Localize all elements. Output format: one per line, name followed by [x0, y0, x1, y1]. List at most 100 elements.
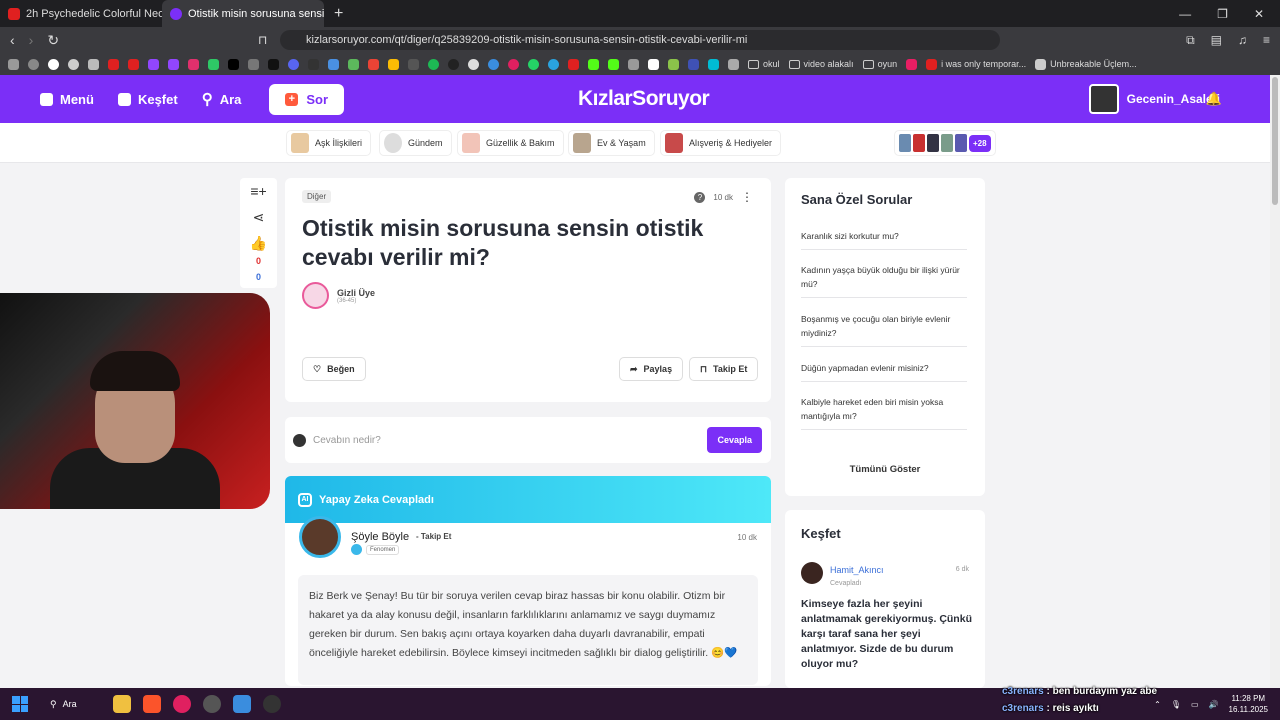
category-love[interactable]: Aşk İlişkileri: [286, 130, 372, 156]
add-to-list-icon[interactable]: ≡+: [240, 178, 277, 204]
minimize-icon[interactable]: —: [1179, 7, 1191, 21]
explore-question[interactable]: Kimseye fazla her şeyini anlatmamak gere…: [801, 597, 973, 672]
app-icon[interactable]: [448, 58, 459, 70]
bookmark-item[interactable]: i was only temporar...: [926, 58, 1026, 70]
star-icon[interactable]: [88, 58, 99, 70]
twitch-icon[interactable]: [148, 58, 159, 70]
youtube-icon[interactable]: [128, 58, 139, 70]
bookmark-folder[interactable]: oyun: [862, 59, 897, 69]
media-player-icon[interactable]: [172, 695, 191, 713]
app-icon[interactable]: [328, 58, 339, 70]
answer-input[interactable]: Cevabın nedir?: [313, 435, 381, 446]
category-home[interactable]: Ev & Yaşam: [568, 130, 655, 156]
file-explorer-icon[interactable]: [112, 695, 131, 713]
search-button[interactable]: ⚲ Ara: [202, 90, 242, 108]
tiktok-icon[interactable]: [268, 58, 279, 70]
user-profile[interactable]: Gecenin_Asaleti: [1088, 84, 1220, 114]
maximize-icon[interactable]: ❐: [1217, 7, 1228, 21]
bookmark-folder[interactable]: video alakalı: [788, 59, 854, 69]
music-icon[interactable]: ♫: [1238, 33, 1247, 48]
kick-icon[interactable]: [588, 58, 599, 70]
photos-icon[interactable]: [232, 695, 251, 713]
avatar[interactable]: [801, 562, 823, 584]
brave-icon[interactable]: [142, 695, 161, 713]
chrome-icon[interactable]: [68, 58, 79, 70]
close-window-icon[interactable]: ✕: [1254, 7, 1264, 21]
link-icon[interactable]: [248, 58, 259, 70]
spotify-icon[interactable]: [428, 58, 439, 70]
obs-icon[interactable]: [262, 695, 281, 713]
more-options-icon[interactable]: ⋮: [741, 190, 753, 204]
suggested-question[interactable]: Kadının yaşça büyük olduğu bir ilişki yü…: [801, 263, 967, 298]
app-icon[interactable]: [208, 58, 219, 70]
app-icon[interactable]: [648, 58, 659, 70]
telegram-icon[interactable]: [548, 58, 559, 70]
app-icon[interactable]: [348, 58, 359, 70]
suggested-question[interactable]: Karanlık sizi korkutur mu?: [801, 229, 967, 250]
category-tag[interactable]: Diğer: [302, 190, 332, 203]
answerer-name[interactable]: Şöyle Böyle: [351, 531, 409, 543]
taskbar-search[interactable]: ⚲ Ara: [50, 699, 77, 710]
category-beauty[interactable]: Güzellik & Bakım: [457, 130, 564, 156]
suggested-question[interactable]: Kalbiyle hareket eden biri misin yoksa m…: [801, 395, 967, 430]
app-icon[interactable]: [728, 58, 739, 70]
kick-icon[interactable]: [608, 58, 619, 70]
like-button[interactable]: ♡ Beğen: [302, 357, 366, 381]
discord-icon[interactable]: [288, 58, 299, 70]
answerer-avatar[interactable]: [299, 516, 341, 558]
scrollbar-thumb[interactable]: [1272, 77, 1278, 205]
app-icon[interactable]: [202, 695, 221, 713]
follow-button[interactable]: ⊓ Takip Et: [689, 357, 759, 381]
url-field[interactable]: kizlarsoruyor.com/qt/diger/q25839209-oti…: [280, 30, 1000, 50]
network-icon[interactable]: ▭: [1191, 700, 1199, 709]
app-icon[interactable]: [628, 58, 639, 70]
clock[interactable]: 11:28 PM 16.11.2025: [1229, 693, 1268, 715]
show-all-button[interactable]: Tümünü Göster: [785, 464, 985, 475]
ask-button[interactable]: + Sor: [269, 83, 345, 115]
gmail-icon[interactable]: [368, 58, 379, 70]
volume-icon[interactable]: 🔊: [1209, 700, 1219, 709]
share-icon[interactable]: ⋖: [240, 204, 277, 230]
twitch-icon[interactable]: [168, 58, 179, 70]
forward-icon[interactable]: ›: [29, 32, 34, 49]
app-icon[interactable]: [906, 58, 918, 70]
bookmark-icon[interactable]: ⊓: [258, 33, 267, 47]
x-icon[interactable]: [228, 58, 239, 70]
submit-answer-button[interactable]: Cevapla: [707, 427, 762, 453]
history-icon[interactable]: [28, 58, 39, 70]
help-icon[interactable]: ?: [694, 191, 706, 203]
menu-icon[interactable]: ≡: [1263, 33, 1270, 48]
bookmark-folder[interactable]: okul: [748, 59, 780, 69]
follow-link[interactable]: - Takip Et: [416, 532, 451, 541]
browser-tab-active[interactable]: Otistik misin sorusuna sensin otis ✕: [162, 0, 324, 27]
category-shopping[interactable]: Alışveriş & Hediyeler: [660, 130, 782, 156]
explore-button[interactable]: Keşfet: [117, 92, 178, 107]
app-icon[interactable]: [508, 58, 519, 70]
app-icon[interactable]: [688, 58, 699, 70]
browser-tab[interactable]: 2h Psychedelic Colorful Neon Backgro: [0, 0, 162, 27]
share-button[interactable]: ➦ Paylaş: [619, 357, 684, 381]
youtube-icon[interactable]: [108, 58, 119, 70]
bookmark-item[interactable]: Unbreakable Üçlem...: [1035, 58, 1137, 70]
whatsapp-icon[interactable]: [528, 58, 539, 70]
mic-icon[interactable]: 🎙: [1171, 700, 1181, 709]
app-icon[interactable]: [668, 58, 679, 70]
suggested-question[interactable]: Düğün yapmadan evlenir misiniz?: [801, 361, 967, 382]
suggested-question[interactable]: Boşanmış ve çocuğu olan biriyle evlenir …: [801, 312, 967, 347]
app-icon[interactable]: [308, 58, 319, 70]
sidebar-icon[interactable]: ▤: [1211, 33, 1222, 48]
new-tab-button[interactable]: +: [324, 5, 353, 23]
app-icon[interactable]: [408, 58, 419, 70]
drive-icon[interactable]: [388, 58, 399, 70]
apps-icon[interactable]: [8, 58, 19, 70]
github-icon[interactable]: [468, 58, 479, 70]
app-icon[interactable]: [708, 58, 719, 70]
more-categories[interactable]: +28: [894, 130, 996, 156]
page-scrollbar[interactable]: [1270, 75, 1280, 688]
menu-button[interactable]: Menü: [40, 92, 94, 107]
bell-icon[interactable]: 🔔: [1206, 91, 1222, 107]
explore-user[interactable]: Hamit_Akıncı: [830, 565, 884, 575]
google-icon[interactable]: [48, 58, 59, 70]
start-icon[interactable]: [12, 696, 28, 712]
reload-icon[interactable]: ↻: [47, 32, 59, 49]
